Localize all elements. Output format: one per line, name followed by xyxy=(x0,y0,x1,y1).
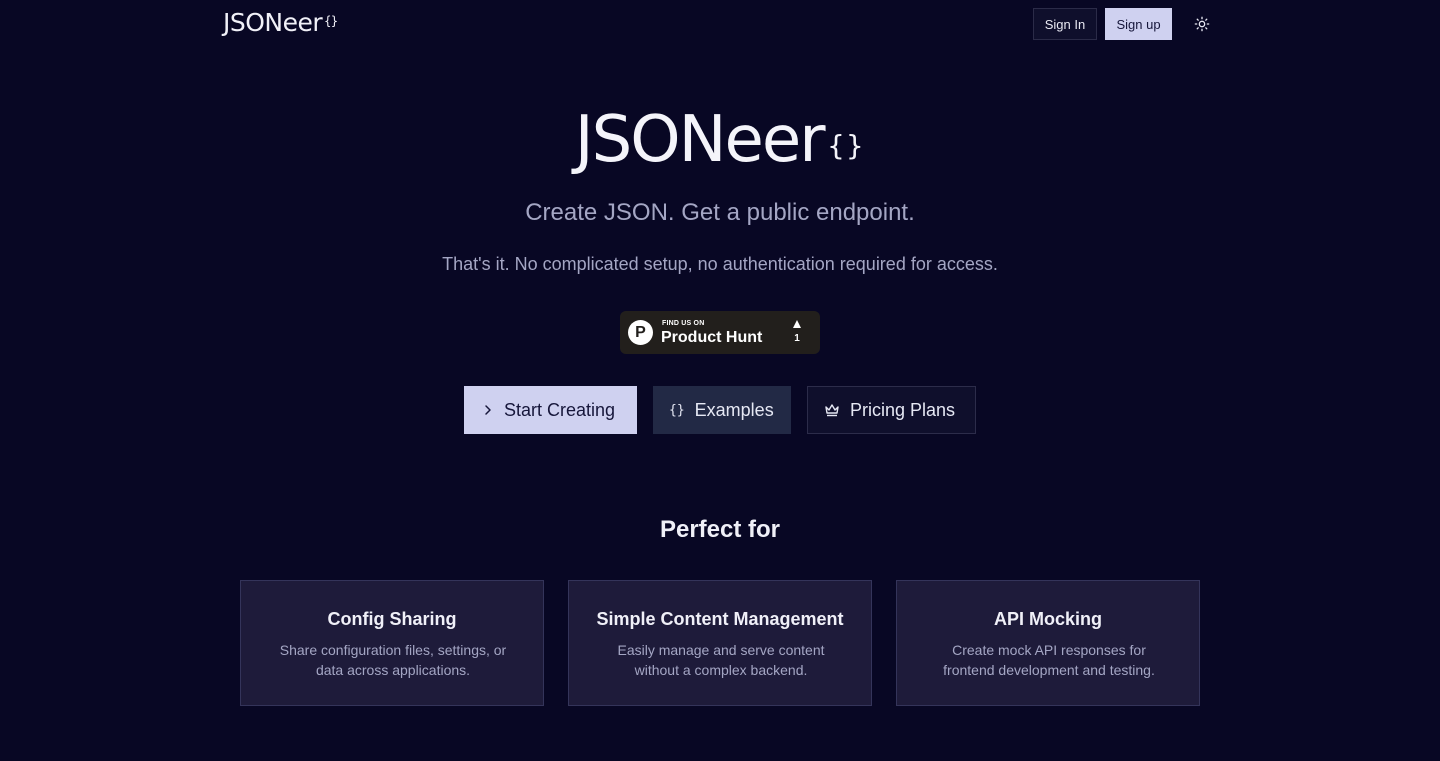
feature-card-content-management: Simple Content Management Easily manage … xyxy=(568,580,872,706)
hero-tagline: Create JSON. Get a public endpoint. xyxy=(525,199,915,226)
feature-card-api-mocking: API Mocking Create mock API responses fo… xyxy=(896,580,1200,706)
chevron-right-icon xyxy=(482,404,494,416)
feature-card-description: Share configuration files, settings, or … xyxy=(279,642,507,678)
product-hunt-find-text: FIND US ON xyxy=(662,320,705,327)
page: JSONeer{} Sign In Sign up JSONeer{} Crea… xyxy=(0,0,1440,761)
hero-subline: That's it. No complicated setup, no auth… xyxy=(442,254,998,274)
nav-logo-brace: {} xyxy=(324,14,338,28)
crown-icon xyxy=(824,403,840,417)
theme-toggle-button[interactable] xyxy=(1190,12,1214,36)
product-hunt-name: Product Hunt xyxy=(661,329,763,346)
feature-card-title: API Mocking xyxy=(993,609,1102,629)
product-hunt-badge[interactable]: P FIND US ON Product Hunt 1 xyxy=(620,311,820,354)
top-nav: JSONeer{} Sign In Sign up xyxy=(0,0,1440,48)
braces-icon: {} xyxy=(669,402,685,418)
product-hunt-logo-icon: P xyxy=(628,320,653,345)
sign-up-button[interactable]: Sign up xyxy=(1105,8,1172,40)
start-creating-button[interactable]: Start Creating xyxy=(464,386,637,434)
feature-card-title: Simple Content Management xyxy=(596,609,844,629)
hero-title-text: JSONeer xyxy=(574,103,826,177)
nav-logo-text: JSONeer xyxy=(223,8,323,37)
perfect-for-title: Perfect for xyxy=(659,516,781,543)
pricing-plans-label: Pricing Plans xyxy=(850,399,956,420)
examples-button[interactable]: {} Examples xyxy=(653,386,791,434)
start-creating-label: Start Creating xyxy=(504,399,616,420)
sign-in-button[interactable]: Sign In xyxy=(1033,8,1097,40)
pricing-plans-button[interactable]: Pricing Plans xyxy=(807,386,976,434)
upvote-count: 1 xyxy=(794,333,800,344)
examples-label: Examples xyxy=(694,399,774,420)
feature-card-description: Create mock API responses for frontend d… xyxy=(943,642,1155,678)
upvote-arrow-icon xyxy=(793,320,801,328)
nav-logo[interactable]: JSONeer{} xyxy=(223,9,338,37)
feature-card-title: Config Sharing xyxy=(327,609,457,629)
feature-card-config-sharing: Config Sharing Share configuration files… xyxy=(240,580,544,706)
hero-title: JSONeer{} xyxy=(0,104,1440,176)
feature-card-description: Easily manage and serve content without … xyxy=(617,642,825,678)
hero-title-brace: {} xyxy=(827,129,866,162)
sun-icon xyxy=(1194,16,1210,32)
